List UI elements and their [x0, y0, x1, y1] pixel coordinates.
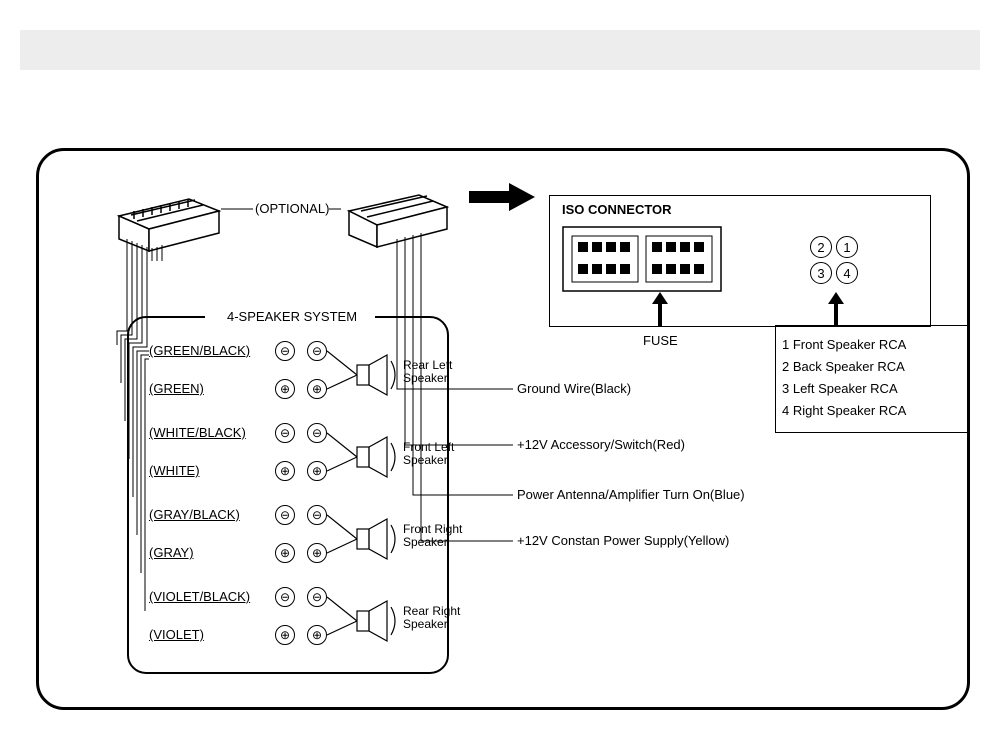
iso-connector-panel: ISO CONNECTOR 21 34	[549, 195, 931, 327]
power-wire-3: +12V Constan Power Supply(Yellow)	[517, 533, 729, 548]
rca-legend: 1 Front Speaker RCA 2 Back Speaker RCA 3…	[775, 325, 969, 433]
rca-2: 2	[810, 236, 832, 258]
rca-legend-1: 1 Front Speaker RCA	[782, 334, 962, 356]
fuse-label: FUSE	[643, 333, 678, 348]
rca-arrow-icon	[826, 292, 846, 326]
wire-color-1: (GREEN)	[149, 381, 263, 396]
arrow-icon	[469, 179, 539, 215]
polarity-0a: ⊖	[275, 341, 295, 361]
left-connector-icon	[99, 181, 229, 261]
polarity-4b: ⊖	[307, 505, 327, 525]
polarity-2b: ⊖	[307, 423, 327, 443]
polarity-7b: ⊕	[307, 625, 327, 645]
power-wire-0: Ground Wire(Black)	[517, 381, 631, 396]
wire-color-5: (GRAY)	[149, 545, 263, 560]
rca-legend-3: 3 Left Speaker RCA	[782, 378, 962, 400]
wire-bundle	[99, 257, 149, 677]
iso-socket-icon	[562, 226, 722, 292]
polarity-3a: ⊕	[275, 461, 295, 481]
diagram-frame: (OPTIONAL) ISO CONNECTOR	[36, 148, 970, 710]
wire-color-0: (GREEN/BLACK)	[149, 343, 263, 358]
rca-number-grid: 21 34	[808, 234, 868, 286]
wire-color-3: (WHITE)	[149, 463, 263, 478]
wire-color-6: (VIOLET/BLACK)	[149, 589, 263, 604]
polarity-6a: ⊖	[275, 587, 295, 607]
polarity-0b: ⊖	[307, 341, 327, 361]
polarity-4a: ⊖	[275, 505, 295, 525]
wire-color-7: (VIOLET)	[149, 627, 263, 642]
rca-3: 3	[810, 262, 832, 284]
power-wire-1: +12V Accessory/Switch(Red)	[517, 437, 685, 452]
polarity-5a: ⊕	[275, 543, 295, 563]
polarity-1a: ⊕	[275, 379, 295, 399]
fuse-arrow-icon	[650, 292, 670, 326]
wire-color-2: (WHITE/BLACK)	[149, 425, 263, 440]
rca-1: 1	[836, 236, 858, 258]
polarity-5b: ⊕	[307, 543, 327, 563]
header-bar	[20, 30, 980, 70]
power-wire-lines	[395, 277, 515, 567]
optional-label: (OPTIONAL)	[255, 201, 329, 216]
rca-legend-4: 4 Right Speaker RCA	[782, 400, 962, 422]
wire-color-4: (GRAY/BLACK)	[149, 507, 263, 522]
rca-4: 4	[836, 262, 858, 284]
polarity-7a: ⊕	[275, 625, 295, 645]
polarity-2a: ⊖	[275, 423, 295, 443]
polarity-1b: ⊕	[307, 379, 327, 399]
speaker-name-3: Rear Right Speaker	[403, 605, 460, 631]
polarity-6b: ⊖	[307, 587, 327, 607]
polarity-3b: ⊕	[307, 461, 327, 481]
right-connector-icon	[339, 181, 469, 281]
power-wire-2: Power Antenna/Amplifier Turn On(Blue)	[517, 487, 745, 502]
speaker-system-title: 4-SPEAKER SYSTEM	[227, 309, 357, 324]
rca-legend-2: 2 Back Speaker RCA	[782, 356, 962, 378]
iso-title: ISO CONNECTOR	[562, 202, 672, 217]
